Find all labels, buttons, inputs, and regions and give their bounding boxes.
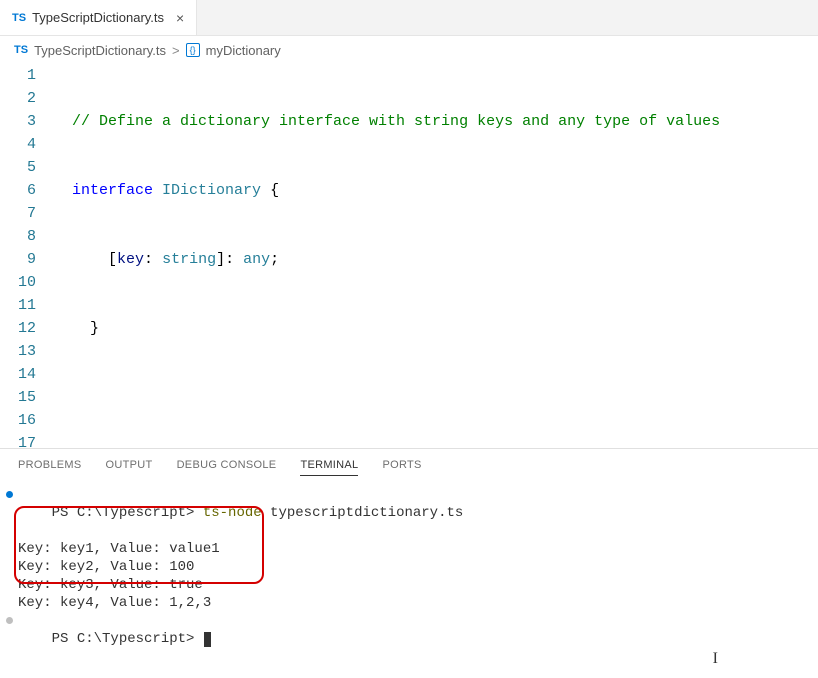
indent: [72, 317, 90, 340]
code-line[interactable]: // Define a dictionary interface with st…: [54, 110, 818, 133]
line-number: 5: [0, 156, 36, 179]
tok: ;: [270, 248, 279, 271]
terminal-cursor: [204, 632, 211, 647]
tok: }: [90, 317, 99, 340]
line-number: 11: [0, 294, 36, 317]
line-number: 8: [0, 225, 36, 248]
prompt-indicator-icon: [6, 491, 13, 498]
tab-terminal[interactable]: TERMINAL: [300, 459, 358, 476]
line-number: 17: [0, 432, 36, 448]
editor-tab[interactable]: TS TypeScriptDictionary.ts ×: [0, 0, 197, 35]
tab-output[interactable]: OUTPUT: [106, 459, 153, 476]
terminal-line[interactable]: PS C:\Typescript>: [18, 612, 800, 666]
line-number: 3: [0, 110, 36, 133]
tab-ports[interactable]: PORTS: [382, 459, 421, 476]
breadcrumb-symbol[interactable]: myDictionary: [206, 43, 281, 58]
chevron-right-icon: >: [172, 43, 180, 58]
code-line[interactable]: [key: string]: any;: [54, 248, 818, 271]
terminal-output-line: Key: key2, Value: 100: [18, 558, 800, 576]
tab-problems[interactable]: PROBLEMS: [18, 459, 82, 476]
tok: string: [162, 248, 216, 271]
tok: :: [144, 248, 162, 271]
line-number: 10: [0, 271, 36, 294]
tok: key: [117, 248, 144, 271]
terminal-line: PS C:\Typescript> ts-node typescriptdict…: [18, 486, 800, 540]
text-cursor-icon: I: [713, 650, 718, 668]
tok: IDictionary: [162, 179, 261, 202]
command-arg: typescriptdictionary.ts: [262, 505, 464, 521]
breadcrumb[interactable]: TS TypeScriptDictionary.ts > {} myDictio…: [0, 36, 818, 64]
tab-bar: TS TypeScriptDictionary.ts ×: [0, 0, 818, 36]
line-number: 1: [0, 64, 36, 87]
line-number: 9: [0, 248, 36, 271]
terminal-output-line: Key: key3, Value: true: [18, 576, 800, 594]
tab-debug-console[interactable]: DEBUG CONSOLE: [177, 459, 277, 476]
line-number: 12: [0, 317, 36, 340]
code-line[interactable]: }: [54, 317, 818, 340]
line-number: 2: [0, 87, 36, 110]
indent: [72, 248, 108, 271]
line-number: 6: [0, 179, 36, 202]
tok: interface: [72, 179, 153, 202]
symbol-object-icon: {}: [186, 43, 200, 57]
code-content[interactable]: // Define a dictionary interface with st…: [54, 64, 818, 448]
tok: any: [243, 248, 270, 271]
code-line[interactable]: [54, 386, 818, 409]
prompt-path: PS C:\Typescript>: [52, 631, 203, 647]
tok: ]:: [216, 248, 243, 271]
line-number: 14: [0, 363, 36, 386]
terminal-output-line: Key: key1, Value: value1: [18, 540, 800, 558]
tok: [: [108, 248, 117, 271]
line-number: 4: [0, 133, 36, 156]
terminal-panel[interactable]: PS C:\Typescript> ts-node typescriptdict…: [0, 482, 818, 678]
ts-file-icon: TS: [14, 44, 28, 56]
line-number: 15: [0, 386, 36, 409]
comment: // Define a dictionary interface with st…: [72, 110, 720, 133]
tab-filename: TypeScriptDictionary.ts: [32, 10, 164, 25]
ts-file-icon: TS: [12, 12, 26, 24]
prompt-indicator-icon: [6, 617, 13, 624]
close-icon[interactable]: ×: [176, 10, 184, 26]
prompt-path: PS C:\Typescript>: [52, 505, 203, 521]
code-editor[interactable]: 1 2 3 4 5 6 7 8 9 10 11 12 13 14 15 16 1…: [0, 64, 818, 448]
line-number: 13: [0, 340, 36, 363]
breadcrumb-file[interactable]: TypeScriptDictionary.ts: [34, 43, 166, 58]
command: ts-node: [203, 505, 262, 521]
line-number-gutter: 1 2 3 4 5 6 7 8 9 10 11 12 13 14 15 16 1…: [0, 64, 54, 448]
tok: {: [261, 179, 279, 202]
line-number: 16: [0, 409, 36, 432]
terminal-output-line: Key: key4, Value: 1,2,3: [18, 594, 800, 612]
panel-tab-bar: PROBLEMS OUTPUT DEBUG CONSOLE TERMINAL P…: [0, 449, 818, 482]
code-line[interactable]: interface IDictionary {: [54, 179, 818, 202]
line-number: 7: [0, 202, 36, 225]
